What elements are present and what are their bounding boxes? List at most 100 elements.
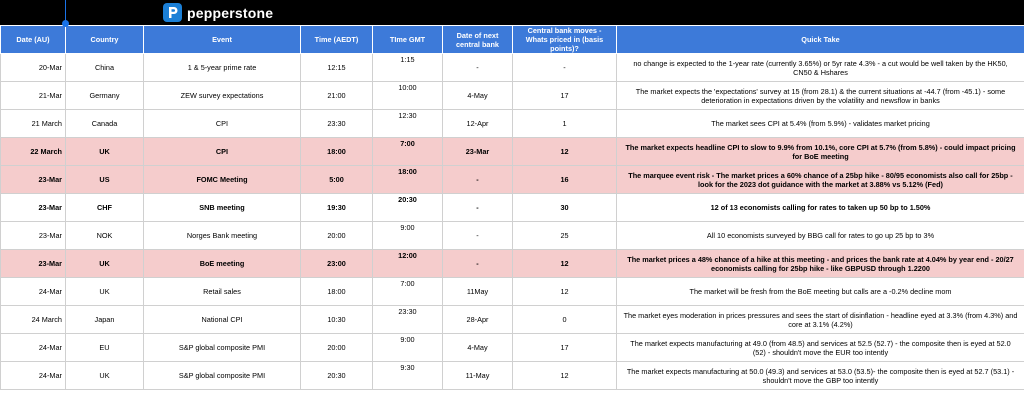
cell-time-aedt[interactable]: 21:00 [300, 81, 373, 110]
cell-next-central-bank[interactable]: 4-May [442, 81, 513, 110]
cell-date[interactable]: 22 March [0, 137, 66, 166]
table-row: 21-Mar Germany ZEW survey expectations 21:0… [0, 81, 1024, 110]
cell-next-central-bank[interactable]: - [442, 165, 513, 194]
cell-time-gmt[interactable]: 9:00 [372, 333, 443, 362]
cell-time-gmt[interactable]: 1:15 [372, 53, 443, 82]
cell-event[interactable]: Norges Bank meeting [143, 221, 301, 250]
cell-next-central-bank[interactable]: - [442, 193, 513, 222]
cell-date[interactable]: 21-Mar [0, 81, 66, 110]
cell-priced-in[interactable]: 17 [512, 333, 617, 362]
cell-time-aedt[interactable]: 20:00 [300, 333, 373, 362]
cell-next-central-bank[interactable]: 11May [442, 277, 513, 306]
cell-time-gmt[interactable]: 12:00 [372, 249, 443, 278]
cell-time-aedt[interactable]: 5:00 [300, 165, 373, 194]
cell-date[interactable]: 23-Mar [0, 221, 66, 250]
cell-country[interactable]: NOK [65, 221, 144, 250]
cell-event[interactable]: CPI [143, 137, 301, 166]
cell-priced-in[interactable]: 1 [512, 109, 617, 138]
cell-country[interactable]: Germany [65, 81, 144, 110]
cell-quick-take[interactable]: The market sees CPI at 5.4% (from 5.9%) … [616, 109, 1024, 138]
cell-next-central-bank[interactable]: 23-Mar [442, 137, 513, 166]
cell-quick-take[interactable]: The market expects manufacturing at 49.0… [616, 333, 1024, 362]
cell-time-gmt[interactable]: 23:30 [372, 305, 443, 334]
cell-priced-in[interactable]: - [512, 53, 617, 82]
cell-time-gmt[interactable]: 20:30 [372, 193, 443, 222]
cell-event[interactable]: 1 & 5-year prime rate [143, 53, 301, 82]
cell-time-gmt[interactable]: 7:00 [372, 277, 443, 306]
cell-time-aedt[interactable]: 10:30 [300, 305, 373, 334]
cell-date[interactable]: 24-Mar [0, 333, 66, 362]
cell-event[interactable]: S&P global composite PMI [143, 333, 301, 362]
cell-country[interactable]: CHF [65, 193, 144, 222]
cell-priced-in[interactable]: 0 [512, 305, 617, 334]
table-row: 23-Mar CHF SNB meeting 19:30 20:30-30 12 of 1… [0, 193, 1024, 222]
cell-next-central-bank[interactable]: 12-Apr [442, 109, 513, 138]
cell-time-aedt[interactable]: 18:00 [300, 137, 373, 166]
cell-event[interactable]: S&P global composite PMI [143, 361, 301, 390]
cell-time-gmt[interactable]: 9:00 [372, 221, 443, 250]
cell-date[interactable]: 24-Mar [0, 361, 66, 390]
cell-country[interactable]: Japan [65, 305, 144, 334]
cell-priced-in[interactable]: 25 [512, 221, 617, 250]
cell-time-gmt[interactable]: 10:00 [372, 81, 443, 110]
cell-time-aedt[interactable]: 18:00 [300, 277, 373, 306]
cell-country[interactable]: UK [65, 249, 144, 278]
cell-time-gmt[interactable]: 12:30 [372, 109, 443, 138]
cell-event[interactable]: FOMC Meeting [143, 165, 301, 194]
cell-date[interactable]: 23-Mar [0, 249, 66, 278]
cell-country[interactable]: EU [65, 333, 144, 362]
cell-next-central-bank[interactable]: - [442, 249, 513, 278]
cell-date[interactable]: 20-Mar [0, 53, 66, 82]
cell-priced-in[interactable]: 12 [512, 137, 617, 166]
cell-date[interactable]: 21 March [0, 109, 66, 138]
cell-next-central-bank[interactable]: - [442, 53, 513, 82]
cell-next-central-bank[interactable]: 28-Apr [442, 305, 513, 334]
cell-country[interactable]: UK [65, 137, 144, 166]
cell-quick-take[interactable]: The market prices a 48% chance of a hike… [616, 249, 1024, 278]
cell-priced-in[interactable]: 12 [512, 249, 617, 278]
cell-next-central-bank[interactable]: 11-May [442, 361, 513, 390]
cell-event[interactable]: SNB meeting [143, 193, 301, 222]
cell-priced-in[interactable]: 16 [512, 165, 617, 194]
cell-quick-take[interactable]: no change is expected to the 1-year rate… [616, 53, 1024, 82]
cell-country[interactable]: China [65, 53, 144, 82]
cell-next-central-bank[interactable]: 4-May [442, 333, 513, 362]
cell-time-aedt[interactable]: 20:00 [300, 221, 373, 250]
header-country: Country [65, 25, 144, 54]
cell-time-gmt[interactable]: 7:00 [372, 137, 443, 166]
cell-event[interactable]: CPI [143, 109, 301, 138]
cell-country[interactable]: UK [65, 361, 144, 390]
cell-time-aedt[interactable]: 23:30 [300, 109, 373, 138]
cell-quick-take[interactable]: All 10 economists surveyed by BBG call f… [616, 221, 1024, 250]
cell-date[interactable]: 24 March [0, 305, 66, 334]
cell-event[interactable]: BoE meeting [143, 249, 301, 278]
cell-event[interactable]: National CPI [143, 305, 301, 334]
cell-quick-take[interactable]: The market expects headline CPI to slow … [616, 137, 1024, 166]
cell-quick-take[interactable]: The marquee event risk - The market pric… [616, 165, 1024, 194]
cell-country[interactable]: Canada [65, 109, 144, 138]
cell-time-aedt[interactable]: 12:15 [300, 53, 373, 82]
cell-time-aedt[interactable]: 19:30 [300, 193, 373, 222]
cell-quick-take[interactable]: The market expects the 'expectations' su… [616, 81, 1024, 110]
cell-quick-take[interactable]: The market eyes moderation in prices pre… [616, 305, 1024, 334]
selection-handle[interactable] [62, 20, 69, 27]
cell-event[interactable]: Retail sales [143, 277, 301, 306]
cell-date[interactable]: 23-Mar [0, 193, 66, 222]
cell-time-aedt[interactable]: 20:30 [300, 361, 373, 390]
cell-quick-take[interactable]: The market expects manufacturing at 50.0… [616, 361, 1024, 390]
cell-priced-in[interactable]: 17 [512, 81, 617, 110]
cell-next-central-bank[interactable]: - [442, 221, 513, 250]
cell-priced-in[interactable]: 30 [512, 193, 617, 222]
cell-time-aedt[interactable]: 23:00 [300, 249, 373, 278]
cell-priced-in[interactable]: 12 [512, 361, 617, 390]
cell-time-gmt[interactable]: 9:30 [372, 361, 443, 390]
cell-country[interactable]: UK [65, 277, 144, 306]
cell-country[interactable]: US [65, 165, 144, 194]
cell-quick-take[interactable]: 12 of 13 economists calling for rates to… [616, 193, 1024, 222]
cell-event[interactable]: ZEW survey expectations [143, 81, 301, 110]
cell-quick-take[interactable]: The market will be fresh from the BoE me… [616, 277, 1024, 306]
cell-time-gmt[interactable]: 18:00 [372, 165, 443, 194]
cell-date[interactable]: 24-Mar [0, 277, 66, 306]
cell-date[interactable]: 23-Mar [0, 165, 66, 194]
cell-priced-in[interactable]: 12 [512, 277, 617, 306]
